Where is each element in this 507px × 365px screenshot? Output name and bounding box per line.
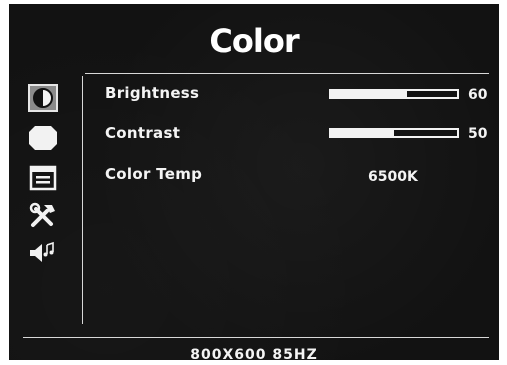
contrast-slider-fill — [331, 130, 394, 136]
tools-icon[interactable] — [28, 201, 58, 229]
contrast-slider[interactable] — [329, 128, 459, 138]
sidebar-divider — [82, 76, 83, 324]
image-icon[interactable] — [28, 124, 58, 152]
audio-icon[interactable] — [28, 239, 58, 267]
menu-title: Color — [209, 22, 299, 60]
color-temp-label: Color Temp — [105, 165, 203, 183]
osd-menu: Color Brightness 60 Contrast 50 Color Te… — [9, 4, 499, 360]
contrast-label: Contrast — [105, 124, 181, 142]
resolution-status: 800X600 85HZ — [190, 347, 318, 360]
color-temp-value[interactable]: 6500K — [368, 169, 418, 185]
brightness-value: 60 — [468, 87, 488, 103]
footer-divider — [23, 337, 489, 338]
brightness-slider-fill — [331, 91, 407, 97]
color-icon[interactable] — [28, 84, 58, 112]
osd-settings-icon[interactable] — [28, 164, 58, 192]
contrast-value: 50 — [468, 126, 488, 142]
brightness-slider[interactable] — [329, 89, 459, 99]
brightness-label: Brightness — [105, 84, 200, 102]
header-divider — [85, 73, 489, 74]
